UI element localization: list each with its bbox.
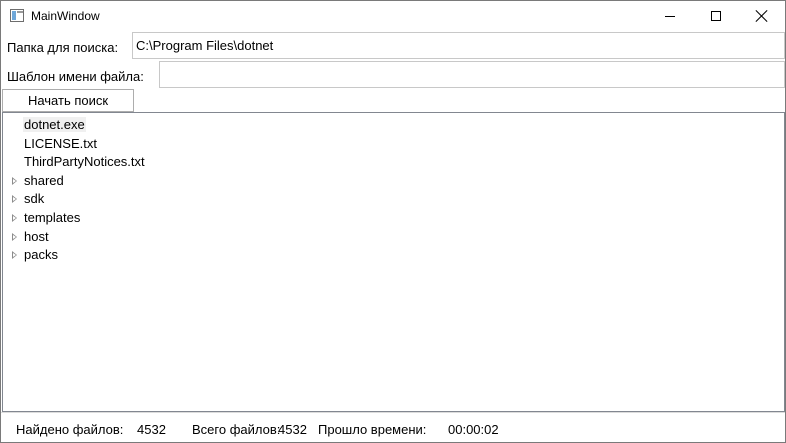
window-app-icon	[10, 9, 24, 22]
maximize-icon	[711, 11, 721, 21]
close-button[interactable]	[739, 1, 785, 31]
total-files-label: Всего файлов:	[192, 422, 281, 437]
tree-item[interactable]: shared	[3, 171, 783, 190]
tree-item[interactable]: sdk	[3, 189, 783, 208]
tree-item[interactable]: templates	[3, 208, 783, 227]
elapsed-time-label: Прошло времени:	[318, 422, 427, 437]
found-files-label: Найдено файлов:	[16, 422, 124, 437]
window-title: MainWindow	[31, 9, 100, 23]
found-files-value: 4532	[137, 422, 166, 437]
tree-expander-icon[interactable]	[12, 232, 17, 241]
tree-item[interactable]: LICENSE.txt	[3, 134, 783, 153]
tree-item[interactable]: packs	[3, 245, 783, 264]
tree-item-label: host	[24, 228, 49, 244]
tree-item-label: sdk	[24, 191, 45, 207]
main-window: MainWindow Папка для поиска: Шаблон имен…	[0, 0, 786, 443]
minimize-button[interactable]	[647, 1, 693, 31]
tree-item-label: templates	[24, 210, 81, 225]
status-bar: Найдено файлов: 4532 Всего файлов: 4532 …	[1, 412, 785, 442]
tree-item-label: ThirdPartyNotices.txt	[24, 154, 145, 170]
tree-item-label: packs	[24, 247, 58, 263]
title-bar[interactable]: MainWindow	[1, 1, 785, 31]
tree-item-label: LICENSE.txt	[24, 135, 97, 151]
folder-label: Папка для поиска:	[7, 40, 119, 55]
start-search-button[interactable]: Начать поиск	[2, 89, 134, 112]
file-pattern-input[interactable]	[159, 61, 785, 88]
tree-item-label: shared	[24, 172, 64, 188]
maximize-button[interactable]	[693, 1, 739, 31]
tree-expander-icon[interactable]	[12, 195, 17, 204]
tree-expander-icon[interactable]	[12, 176, 17, 185]
folder-input[interactable]	[132, 32, 785, 59]
tree-expander-icon[interactable]	[12, 251, 17, 260]
pattern-label: Шаблон имени файла:	[7, 69, 144, 84]
tree-item-label: dotnet.exe	[23, 117, 86, 132]
results-tree[interactable]: dotnet.exe LICENSE.txt ThirdPartyNotices.t…	[2, 112, 785, 412]
elapsed-time-value: 00:00:02	[448, 422, 499, 437]
total-files-value: 4532	[278, 422, 307, 437]
tree-expander-icon[interactable]	[12, 214, 17, 222]
tree-item[interactable]: dotnet.exe	[3, 115, 783, 134]
tree-item[interactable]: host	[3, 227, 783, 246]
minimize-icon	[665, 15, 675, 17]
close-icon	[756, 10, 768, 22]
tree-item[interactable]: ThirdPartyNotices.txt	[3, 152, 783, 171]
